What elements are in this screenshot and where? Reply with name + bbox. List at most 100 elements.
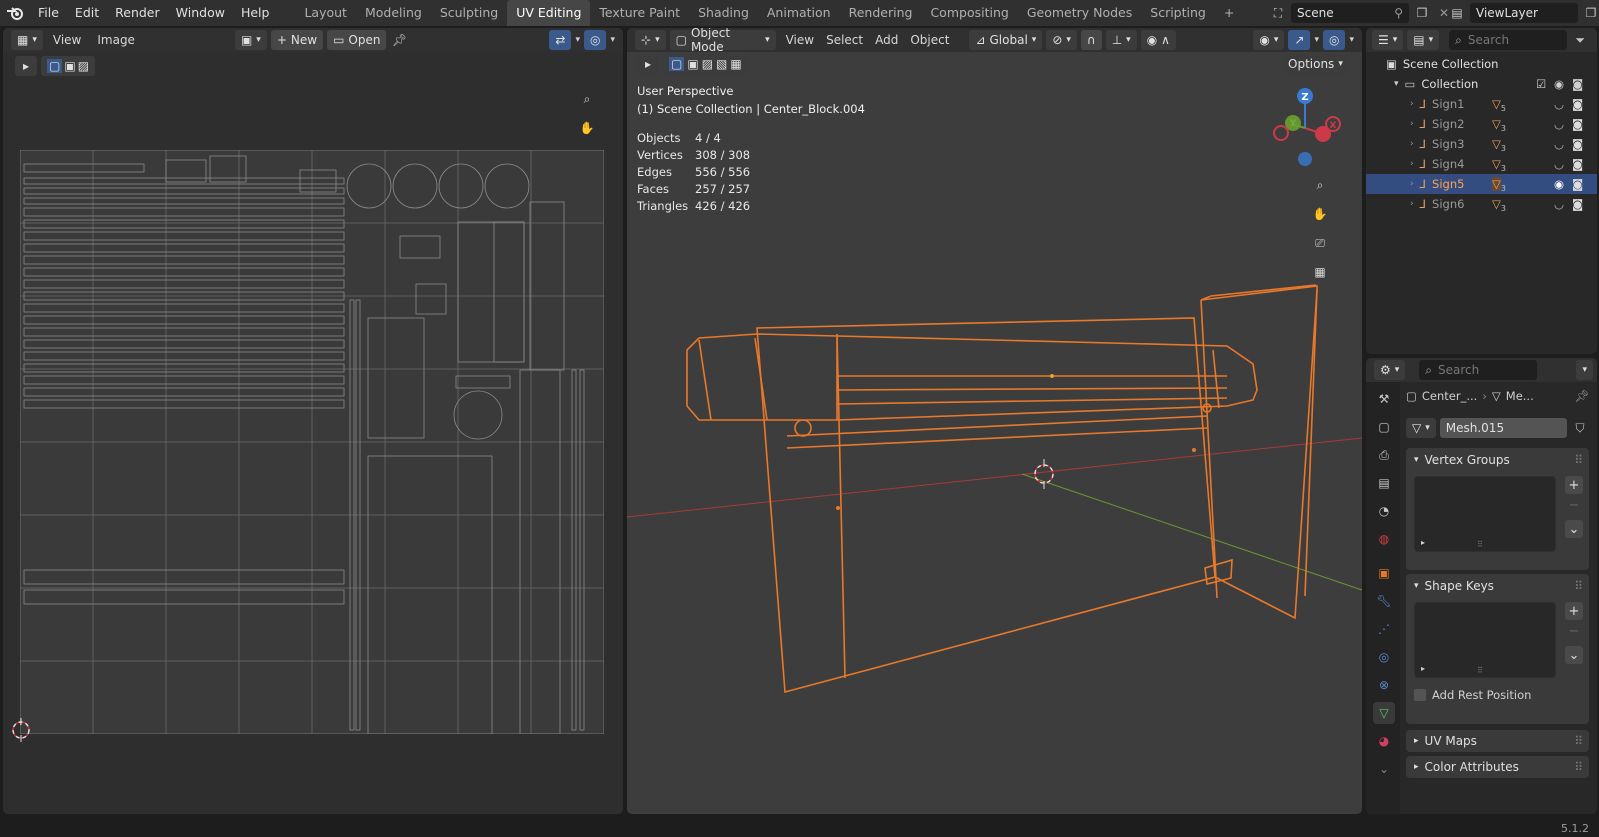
breadcrumb-object[interactable]: Center_... [1422, 389, 1477, 403]
workspace-tab-layout[interactable]: Layout [295, 0, 356, 26]
shape-key-specials-button[interactable]: ⌄ [1565, 646, 1583, 664]
remove-vertex-group-button[interactable]: − [1565, 496, 1583, 514]
pin-image-icon[interactable]: 📌︎ [390, 31, 408, 49]
mesh-name-field[interactable]: Mesh.015 [1439, 418, 1567, 438]
uv-editor[interactable]: ▦ ▾ View Image ▣ ▾ + New ▭ Open 📌︎ ⇄ ▾ ◎ ▾ ▸… [3, 28, 623, 814]
fake-user-shield-icon[interactable]: ⛉ [1571, 419, 1589, 437]
uv-maps-drag-handle-icon[interactable]: ⠿ [1574, 734, 1583, 748]
vertex-groups-header[interactable]: ▾ Vertex Groups ⠿ [1406, 448, 1589, 472]
collection-row[interactable]: ▾ ▭ Collection ☑ ◉ ◙ [1366, 74, 1597, 94]
outliner-item-sign3[interactable]: › ⅃ Sign3 ▽ 3 ◡ ◙ [1366, 134, 1597, 154]
scene-selector[interactable]: Scene ⚲ [1291, 3, 1409, 23]
render-camera-icon[interactable]: ◙ [1572, 137, 1583, 151]
shape-keys-resize-handle-icon[interactable]: ⠿ [1477, 666, 1483, 675]
vertex-groups-expand-icon[interactable]: ▸ [1421, 538, 1425, 547]
expand-icon[interactable]: › [1410, 99, 1414, 109]
workspace-tab-compositing[interactable]: Compositing [921, 0, 1017, 26]
physics-tab-icon[interactable]: ◎ [1373, 646, 1395, 668]
particles-tab-icon[interactable]: ⋰ [1373, 618, 1395, 640]
more-tabs-icon[interactable]: ⌄ [1373, 758, 1395, 780]
pin-icon[interactable]: ⚲ [1394, 6, 1403, 20]
view-layer-tab-icon[interactable]: ▤ [1373, 472, 1395, 494]
add-rest-position-checkbox[interactable] [1414, 689, 1426, 701]
uv-overlay-button[interactable]: ◎ [583, 30, 607, 50]
editor-type-menu[interactable]: ▦ ▾ [11, 30, 43, 50]
visibility-eye-icon[interactable]: ◡ [1554, 97, 1564, 111]
scene-icon[interactable]: ⛶ [1269, 4, 1287, 22]
filter-icon[interactable]: ⏷ [1571, 31, 1589, 49]
constraints-tab-icon[interactable]: ⊗ [1373, 674, 1395, 696]
visibility-eye-icon[interactable]: ◡ [1554, 137, 1564, 151]
workspace-tab-geometry-nodes[interactable]: Geometry Nodes [1018, 0, 1141, 26]
tool-tab-icon[interactable]: ⚒ [1373, 388, 1395, 410]
remove-shape-key-button[interactable]: − [1565, 622, 1583, 640]
shape-keys-expand-icon[interactable]: ▸ [1421, 664, 1425, 673]
render-camera-icon[interactable]: ◙ [1572, 117, 1583, 131]
workspace-tab-rendering[interactable]: Rendering [840, 0, 922, 26]
display-mode-menu[interactable]: ▤ ▾ [1407, 30, 1440, 50]
breadcrumb-mesh[interactable]: Me... [1506, 389, 1534, 403]
properties-editor[interactable]: ⚙ ▾ ⌕ Search ▾ ⚒ ▢ ⎙ ▤ ◔ ◍ ▣ 🔧︎ ⋰ ◎ ⊗ ▽ ◕… [1366, 358, 1597, 814]
expand-icon[interactable]: › [1410, 199, 1414, 209]
uv-maps-panel[interactable]: ▸ UV Maps ⠿ [1406, 730, 1589, 752]
output-tab-icon[interactable]: ⎙ [1373, 444, 1395, 466]
scene-collection-row[interactable]: ▣ Scene Collection [1366, 54, 1597, 74]
expand-icon[interactable]: › [1410, 159, 1414, 169]
menu-help[interactable]: Help [233, 0, 278, 26]
collection-checkbox[interactable]: ☑ [1536, 77, 1546, 91]
outliner-item-sign6[interactable]: › ⅃ Sign6 ▽ 3 ◡ ◙ [1366, 194, 1597, 214]
shape-keys-drag-handle-icon[interactable]: ⠿ [1574, 579, 1583, 593]
menu-file[interactable]: File [30, 0, 67, 26]
view-layer-icon[interactable]: ▤ [1448, 4, 1466, 22]
select-new-icon[interactable]: ▢ [47, 59, 63, 73]
render-camera-icon[interactable]: ◙ [1572, 197, 1583, 211]
menu-render[interactable]: Render [107, 0, 168, 26]
uv-menu-view[interactable]: View [47, 30, 87, 50]
outliner-item-sign1[interactable]: › ⅃ Sign1 ▽ 5 ◡ ◙ [1366, 94, 1597, 114]
collection-eye-icon[interactable]: ◉ [1554, 77, 1564, 91]
visibility-eye-icon[interactable]: ◡ [1554, 117, 1564, 131]
new-view-layer-icon[interactable]: ❐ [1582, 4, 1599, 22]
workspace-tab-modeling[interactable]: Modeling [356, 0, 431, 26]
new-scene-icon[interactable]: ❐ [1413, 4, 1431, 22]
select-tool-icon[interactable]: ▸ [15, 56, 37, 76]
collection-render-icon[interactable]: ◙ [1572, 77, 1583, 91]
select-mode-group[interactable]: ▢ ▣ ▨ [41, 56, 96, 76]
visibility-eye-icon[interactable]: ◡ [1554, 157, 1564, 171]
uv-sync-button[interactable]: ⇄ [549, 30, 572, 50]
render-camera-icon[interactable]: ◙ [1572, 157, 1583, 171]
blender-logo-icon[interactable] [0, 0, 30, 26]
outliner-search-input[interactable]: ⌕ Search [1449, 30, 1568, 50]
object-tab-icon[interactable]: ▣ [1373, 562, 1395, 584]
workspace-tab-shading[interactable]: Shading [689, 0, 758, 26]
visibility-eye-icon[interactable]: ◉ [1554, 177, 1564, 191]
outliner-editor-type-menu[interactable]: ☰ ▾ [1372, 30, 1404, 50]
workspace-tab-uv-editing[interactable]: UV Editing [507, 0, 591, 26]
view-layer-selector[interactable]: ViewLayer [1470, 3, 1578, 23]
render-camera-icon[interactable]: ◙ [1572, 97, 1583, 111]
select-extend-icon[interactable]: ▣ [64, 59, 75, 73]
visibility-eye-icon[interactable]: ◡ [1554, 197, 1564, 211]
uv-maps-header[interactable]: ▸ UV Maps ⠿ [1406, 730, 1589, 752]
2d-cursor-icon[interactable] [9, 718, 33, 742]
properties-editor-type-menu[interactable]: ⚙ ▾ [1374, 360, 1406, 380]
shape-keys-header[interactable]: ▾ Shape Keys ⠿ [1406, 574, 1589, 598]
render-camera-icon[interactable]: ◙ [1572, 177, 1583, 191]
expand-icon[interactable]: › [1410, 139, 1414, 149]
vertex-groups-drag-handle-icon[interactable]: ⠿ [1574, 453, 1583, 467]
add-rest-position-row[interactable]: Add Rest Position [1414, 688, 1531, 702]
3d-cursor-icon[interactable] [1029, 459, 1059, 489]
add-workspace-button[interactable]: + [1215, 0, 1243, 26]
add-vertex-group-button[interactable]: + [1565, 476, 1583, 494]
expand-icon[interactable]: › [1410, 119, 1414, 129]
workspace-tab-texture-paint[interactable]: Texture Paint [590, 0, 689, 26]
data-tab-icon[interactable]: ▽ [1373, 702, 1395, 724]
workspace-tab-sculpting[interactable]: Sculpting [431, 0, 507, 26]
collapse-icon[interactable]: ▾ [1394, 79, 1399, 89]
properties-options-menu[interactable]: ▾ [1576, 360, 1593, 380]
menu-window[interactable]: Window [168, 0, 233, 26]
vertex-groups-list[interactable]: ▸ ⠿ [1414, 476, 1556, 552]
color-attributes-panel[interactable]: ▸ Color Attributes ⠿ [1406, 756, 1589, 778]
modifier-tab-icon[interactable]: 🔧︎ [1373, 590, 1395, 612]
outliner-item-sign5[interactable]: › ⅃ Sign5 ▽ 3 ◉ ◙ [1366, 174, 1597, 194]
